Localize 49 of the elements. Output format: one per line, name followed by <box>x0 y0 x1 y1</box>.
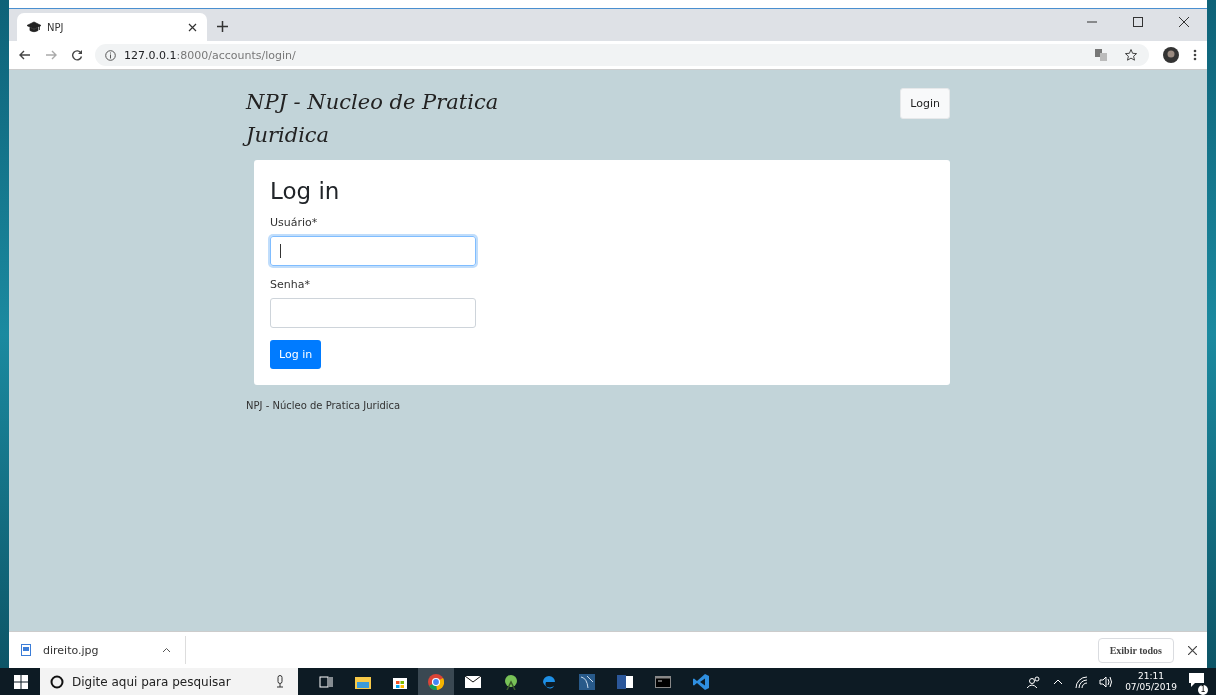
avatar-icon[interactable] <box>1163 47 1179 63</box>
login-button[interactable]: Login <box>900 88 950 119</box>
footer-text: NPJ - Núcleo de Pratica Juridica <box>246 400 402 411</box>
field-label: Usuário* <box>270 216 319 229</box>
task-view-icon[interactable] <box>319 674 333 689</box>
field-label: Senha* <box>270 278 311 291</box>
input-field[interactable] <box>270 236 476 266</box>
terminal-icon[interactable] <box>655 675 671 688</box>
notification-badge: 1 <box>1198 685 1208 695</box>
input-field[interactable] <box>270 298 476 328</box>
reload-icon[interactable] <box>71 49 83 61</box>
chevron-up-icon[interactable] <box>162 647 171 653</box>
folder-icon[interactable] <box>355 674 371 689</box>
windows-start-icon[interactable] <box>14 674 28 689</box>
browser-tab[interactable]: NPJ <box>17 13 207 41</box>
people-icon[interactable] <box>1027 675 1042 688</box>
cortana-circle-icon[interactable] <box>50 674 64 689</box>
card-title: Log in <box>270 178 340 204</box>
database-tool-icon[interactable] <box>579 673 595 690</box>
chrome-icon[interactable] <box>428 673 444 690</box>
microphone-icon[interactable] <box>276 675 284 688</box>
code-editor-icon[interactable] <box>693 673 709 690</box>
android-icon[interactable] <box>503 673 519 690</box>
wifi-icon[interactable] <box>1075 675 1088 688</box>
graduation-cap-icon <box>27 21 41 33</box>
info-icon[interactable] <box>105 49 116 61</box>
show-all-button[interactable]: Exibir todos <box>1097 637 1174 663</box>
taskbar-search-field[interactable]: Digite aqui para pesquisar <box>40 668 298 695</box>
file-icon[interactable] <box>21 644 31 656</box>
back-arrow-icon[interactable] <box>19 49 31 61</box>
new-tab-icon[interactable] <box>217 21 228 32</box>
speaker-icon[interactable] <box>1099 675 1114 688</box>
translate-icon[interactable] <box>1095 49 1107 61</box>
close-icon[interactable] <box>188 22 197 32</box>
close-icon[interactable] <box>1188 645 1197 655</box>
more-icon[interactable] <box>1193 49 1197 61</box>
edge-browser-icon[interactable] <box>541 673 557 690</box>
word-icon[interactable] <box>617 674 633 689</box>
url-field[interactable]: 127.0.0.1:8000/accounts/login/ <box>124 48 296 62</box>
download-filename[interactable]: direito.jpg <box>43 643 150 657</box>
login-button[interactable]: Log in <box>270 340 322 369</box>
star-icon[interactable] <box>1125 49 1137 61</box>
clock-date[interactable]: 07/05/2019 <box>1125 681 1177 693</box>
mail-icon[interactable] <box>465 675 481 688</box>
close-icon[interactable] <box>1179 17 1189 27</box>
maximize-icon[interactable] <box>1133 17 1143 27</box>
notification-icon[interactable] <box>1189 673 1204 687</box>
clock-time[interactable]: 21:11 <box>1138 670 1165 682</box>
search-placeholder: Digite aqui para pesquisar <box>72 674 231 689</box>
